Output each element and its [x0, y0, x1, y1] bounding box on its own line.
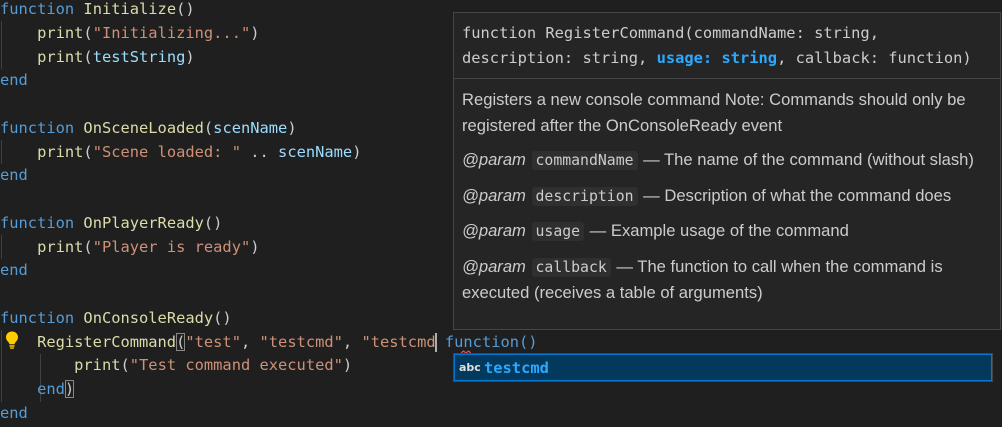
punctuation: (	[83, 48, 93, 66]
punctuation: (	[83, 24, 93, 42]
param-doc: @param description — Description of what…	[462, 183, 992, 210]
keyword: function	[0, 309, 75, 327]
keyword: function	[0, 214, 75, 232]
keyword: end	[0, 166, 28, 184]
lightbulb-icon[interactable]	[3, 330, 21, 350]
matched-bracket: (	[176, 333, 186, 351]
param-name: commandName	[531, 151, 638, 170]
punctuation: )	[185, 48, 195, 66]
description-text: Registers a new console command Note: Co…	[462, 90, 966, 135]
signature-line: , callback: function)	[777, 49, 972, 67]
keyword: end	[0, 71, 28, 89]
punctuation: )	[250, 24, 260, 42]
function-keyword: function()	[435, 333, 538, 351]
function-name: OnPlayerReady	[83, 214, 204, 232]
keyword: end	[37, 380, 65, 398]
code-line[interactable]: print("Player is ready")	[0, 236, 260, 260]
punctuation: ()	[176, 0, 195, 18]
parameter: scenName	[213, 119, 288, 137]
punctuation: (	[120, 356, 130, 374]
param-doc: @param callback — The function to call w…	[462, 254, 992, 306]
code-editor[interactable]: function Initialize() print("Initializin…	[0, 0, 1002, 427]
string-literal: "Scene loaded: "	[92, 143, 241, 161]
string-literal: "testcmd	[361, 333, 436, 351]
param-tag: @param	[462, 185, 526, 205]
keyword: end	[0, 261, 28, 279]
function-call: RegisterCommand	[37, 333, 177, 351]
signature-help-popup[interactable]: function RegisterCommand(commandName: st…	[453, 12, 1001, 330]
param-description: — Description of what the command does	[638, 185, 952, 205]
punctuation: ,	[342, 333, 362, 351]
string-literal: "test"	[185, 333, 241, 351]
punctuation: ()	[213, 309, 232, 327]
param-name: usage	[531, 222, 585, 241]
variable: scenName	[278, 143, 353, 161]
string-literal: "testcmd"	[259, 333, 343, 351]
string-literal: "Test command executed"	[129, 356, 343, 374]
function-name: OnConsoleReady	[83, 309, 214, 327]
punctuation: )	[342, 356, 353, 374]
punctuation: ,	[240, 333, 260, 351]
code-line[interactable]: end	[0, 402, 28, 426]
param-name: callback	[531, 257, 611, 277]
signature-documentation: Registers a new console command Note: Co…	[454, 79, 1000, 306]
punctuation: ()	[203, 214, 223, 232]
matched-bracket: )	[64, 380, 75, 398]
code-line[interactable]: end	[0, 69, 28, 93]
param-tag: @param	[462, 150, 526, 169]
operator: ..	[240, 143, 279, 161]
variable: testString	[92, 48, 186, 66]
param-doc: @param usage — Example usage of the comm…	[462, 218, 992, 245]
keyword: function	[0, 119, 75, 137]
code-line[interactable]: function OnConsoleReady()	[0, 307, 232, 331]
code-line[interactable]: end	[0, 259, 28, 283]
param-doc: @param commandName — The name of the com…	[462, 147, 992, 174]
function-name: OnSceneLoaded	[83, 119, 204, 137]
punctuation: )	[352, 143, 362, 161]
signature-line: description: string,	[462, 49, 657, 67]
function-call: print	[37, 48, 84, 66]
param-tag: @param	[462, 256, 526, 276]
function-call: print	[74, 356, 121, 374]
code-line[interactable]: function Initialize()	[0, 0, 195, 22]
text-kind-icon: abc	[459, 361, 481, 374]
keyword: function	[0, 0, 75, 18]
param-description: — Example usage of the command	[585, 221, 849, 240]
signature-text: function RegisterCommand(commandName: st…	[454, 13, 1000, 79]
param-description: — The name of the command (without slash…	[638, 150, 974, 169]
punctuation: (	[203, 119, 214, 137]
string-literal: "Player is ready"	[92, 238, 251, 256]
code-line[interactable]: RegisterCommand("test", "testcmd", "test…	[0, 331, 538, 355]
code-line[interactable]: end)	[0, 378, 75, 402]
code-line[interactable]: print("Test command executed")	[0, 354, 352, 378]
code-line[interactable]: end	[0, 164, 28, 188]
punctuation: )	[287, 119, 297, 137]
code-line[interactable]: function OnSceneLoaded(scenName)	[0, 117, 297, 141]
string-literal: "Initializing..."	[92, 24, 251, 42]
function-call: print	[37, 24, 84, 42]
param-name: description	[531, 186, 638, 206]
code-line[interactable]: print("Initializing...")	[0, 22, 260, 46]
autocomplete-list[interactable]: abc testcmd	[453, 353, 993, 382]
function-name: Initialize	[83, 0, 177, 18]
punctuation: (	[83, 143, 93, 161]
autocomplete-item[interactable]: abc testcmd	[454, 354, 992, 381]
active-parameter: usage: string	[656, 49, 778, 67]
signature-line: function RegisterCommand(commandName: st…	[462, 24, 879, 42]
punctuation: (	[83, 238, 93, 256]
keyword: end	[0, 404, 28, 422]
param-tag: @param	[462, 221, 526, 240]
code-line[interactable]: function OnPlayerReady()	[0, 212, 222, 236]
function-call: print	[37, 143, 84, 161]
punctuation: )	[250, 238, 260, 256]
autocomplete-label: testcmd	[484, 358, 549, 377]
function-call: print	[37, 238, 84, 256]
code-line[interactable]: print(testString)	[0, 46, 195, 70]
code-line[interactable]: print("Scene loaded: " .. scenName)	[0, 141, 361, 165]
